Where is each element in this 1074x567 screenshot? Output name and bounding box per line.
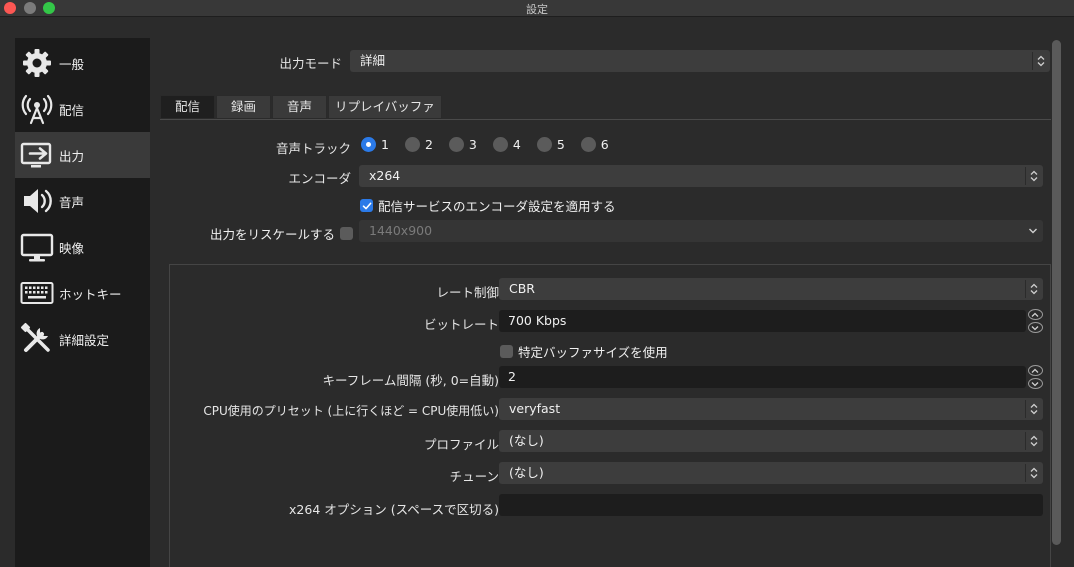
chevron-up-icon[interactable] (1027, 309, 1043, 320)
audio-track-radio-2[interactable]: 2 (404, 137, 433, 152)
broadcast-antenna-icon (20, 92, 54, 126)
checkmark-icon (360, 199, 373, 212)
output-mode-select[interactable]: 詳細 (350, 50, 1050, 72)
audio-track-radio-group: 1 2 3 4 5 6 (361, 137, 625, 152)
profile-select[interactable]: (なし) (499, 430, 1043, 452)
updown-chevron-icon (1025, 464, 1041, 482)
output-mode-value: 詳細 (360, 53, 386, 68)
sidebar-item-video[interactable]: 映像 (15, 224, 150, 270)
sidebar-item-stream[interactable]: 配信 (15, 86, 150, 132)
chevron-down-icon[interactable] (1027, 322, 1043, 333)
keyframe-interval-input[interactable]: 2 (499, 366, 1026, 388)
chevron-down-icon (1025, 222, 1041, 240)
tune-value: (なし) (509, 465, 544, 480)
radio-selected-icon (361, 137, 376, 152)
keyframe-interval-stepper[interactable] (1027, 365, 1043, 389)
keyframe-interval-label: キーフレーム間隔 (秒, 0=自動) (322, 373, 499, 388)
sidebar-item-audio[interactable]: 音声 (15, 178, 150, 224)
tab-audio[interactable]: 音声 (272, 95, 328, 119)
radio-unselected-icon (580, 137, 596, 152)
custom-buffer-size-checkbox[interactable]: 特定バッファサイズを使用 (500, 342, 668, 361)
cpu-preset-value: veryfast (509, 401, 561, 416)
output-mode-label: 出力モード (279, 56, 342, 71)
audio-track-radio-4[interactable]: 4 (492, 137, 521, 152)
x264-options-label: x264 オプション (スペースで区切る) (289, 502, 499, 517)
vertical-scrollbar[interactable] (1052, 40, 1061, 545)
bitrate-value: 700 Kbps (508, 313, 567, 328)
monitor-icon (20, 230, 54, 264)
bitrate-label: ビットレート (423, 317, 499, 332)
radio-unselected-icon (492, 137, 508, 152)
tab-divider (160, 119, 1051, 120)
output-tabs: 配信 録画 音声 リプレイバッファ (160, 95, 443, 119)
bitrate-stepper[interactable] (1027, 309, 1043, 333)
chevron-up-icon[interactable] (1027, 365, 1043, 376)
cpu-preset-label: CPU使用のプリセット (上に行くほど = CPU使用低い) (203, 404, 499, 418)
sidebar-item-label: 出力 (59, 148, 85, 164)
radio-unselected-icon (404, 137, 420, 152)
profile-label: プロファイル (423, 437, 499, 452)
radio-unselected-icon (536, 137, 552, 152)
sidebar-item-label: 映像 (59, 240, 85, 256)
speaker-icon (20, 184, 54, 218)
audio-track-label: 音声トラック (275, 141, 351, 156)
updown-chevron-icon (1025, 280, 1041, 298)
sidebar-item-label: ホットキー (59, 286, 122, 302)
bitrate-input[interactable]: 700 Kbps (499, 310, 1026, 332)
settings-sidebar: 一般 配信 出力 音声 映像 ホットキー 詳細設定 (15, 38, 150, 567)
checkbox-unchecked-icon (340, 227, 354, 240)
sidebar-item-general[interactable]: 一般 (15, 40, 150, 86)
rate-control-select[interactable]: CBR (499, 278, 1043, 300)
tune-label: チューン (449, 469, 499, 484)
profile-value: (なし) (509, 433, 544, 448)
audio-track-radio-6[interactable]: 6 (580, 137, 609, 152)
sidebar-item-hotkeys[interactable]: ホットキー (15, 270, 150, 316)
audio-track-radio-3[interactable]: 3 (448, 137, 477, 152)
tab-stream[interactable]: 配信 (160, 95, 216, 119)
audio-track-radio-1[interactable]: 1 (361, 137, 389, 152)
tune-select[interactable]: (なし) (499, 462, 1043, 484)
encoder-settings-group: レート制御 CBR ビットレート 700 Kbps 特定バッファサイズを使用 キ… (169, 264, 1051, 567)
updown-chevron-icon (1032, 52, 1048, 70)
updown-chevron-icon (1025, 432, 1041, 450)
window-title: 設定 (526, 3, 548, 16)
tools-icon (20, 322, 54, 356)
output-monitor-icon (20, 138, 54, 172)
checkbox-unchecked-icon (500, 345, 513, 358)
sidebar-item-label: 配信 (59, 102, 85, 118)
keyboard-icon (20, 276, 54, 310)
sidebar-item-label: 一般 (59, 56, 85, 72)
updown-chevron-icon (1025, 167, 1041, 185)
output-settings-panel: 出力モード 詳細 配信 録画 音声 リプレイバッファ 音声トラック 1 2 3 … (160, 38, 1051, 567)
keyframe-interval-value: 2 (508, 369, 516, 384)
encoder-value: x264 (369, 168, 401, 183)
chevron-down-icon[interactable] (1027, 378, 1043, 389)
apply-service-encoder-settings-checkbox[interactable]: 配信サービスのエンコーダ設定を適用する (360, 196, 616, 215)
audio-track-radio-5[interactable]: 5 (536, 137, 565, 152)
tab-recording[interactable]: 録画 (216, 95, 272, 119)
cpu-preset-select[interactable]: veryfast (499, 398, 1043, 420)
sidebar-item-label: 詳細設定 (59, 332, 110, 348)
rescale-output-checkbox[interactable]: 出力をリスケールする (210, 224, 358, 243)
encoder-label: エンコーダ (288, 171, 351, 186)
sidebar-item-output[interactable]: 出力 (15, 132, 150, 178)
radio-unselected-icon (448, 137, 464, 152)
x264-options-input[interactable] (499, 494, 1043, 516)
rescale-resolution-select[interactable]: 1440x900 (359, 220, 1043, 242)
title-bar: 設定 (0, 0, 1074, 17)
rate-control-value: CBR (509, 281, 535, 296)
rate-control-label: レート制御 (436, 285, 499, 300)
rescale-resolution-value: 1440x900 (369, 223, 433, 238)
sidebar-item-label: 音声 (59, 194, 85, 210)
encoder-select[interactable]: x264 (359, 165, 1043, 187)
updown-chevron-icon (1025, 400, 1041, 418)
tab-replay-buffer[interactable]: リプレイバッファ (328, 95, 442, 119)
gear-icon (20, 46, 54, 80)
sidebar-item-advanced[interactable]: 詳細設定 (15, 316, 150, 362)
